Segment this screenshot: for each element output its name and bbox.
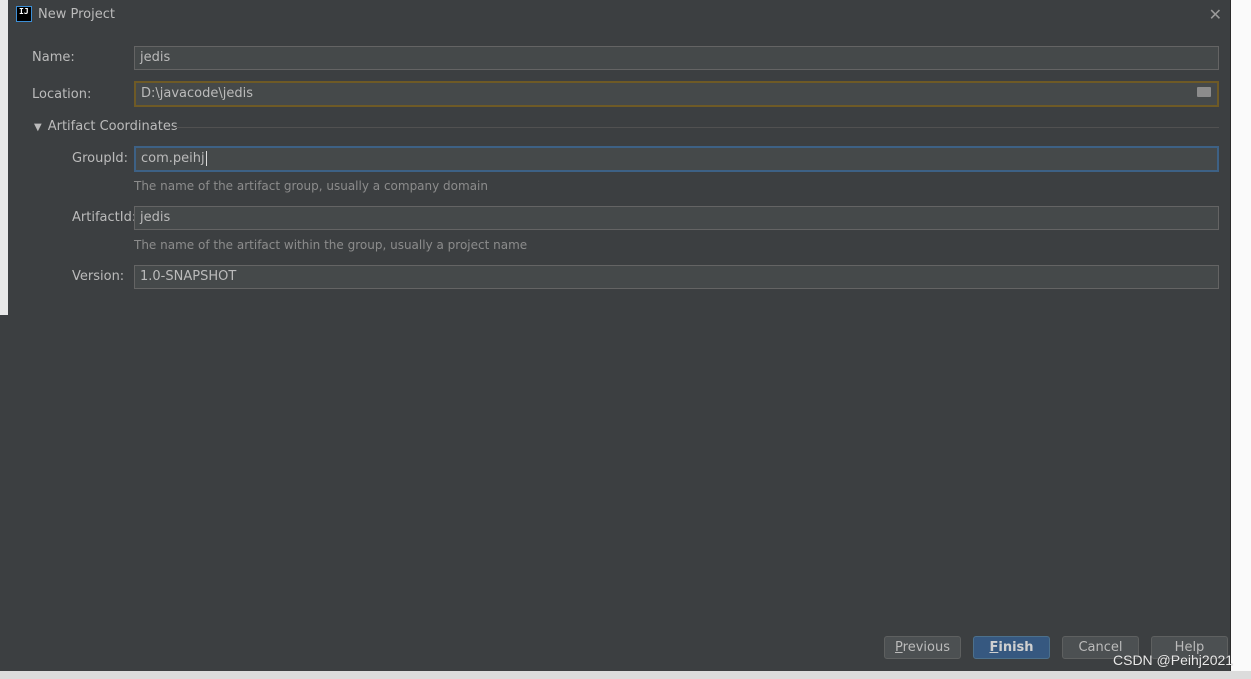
groupid-input[interactable]: com.peihj	[134, 146, 1219, 172]
watermark: CSDN @Peihj2021	[1113, 652, 1234, 668]
groupid-label: GroupId:	[72, 151, 129, 166]
previous-button[interactable]: Previous	[884, 636, 961, 659]
title-bar[interactable]: IJ New Project ✕	[8, 0, 1230, 30]
groupid-value: com.peihj	[141, 151, 205, 166]
close-icon[interactable]: ✕	[1209, 5, 1222, 24]
new-project-dialog: IJ New Project ✕ Name: jedis Location: D…	[8, 0, 1231, 671]
groupid-hint: The name of the artifact group, usually …	[134, 179, 488, 193]
dialog-title: New Project	[38, 7, 115, 22]
version-input[interactable]: 1.0-SNAPSHOT	[134, 265, 1219, 289]
triangle-down-icon: ▼	[34, 122, 42, 133]
artifactid-hint: The name of the artifact within the grou…	[134, 238, 528, 252]
background-window-right	[1230, 0, 1251, 679]
artifactid-label: ArtifactId:	[72, 210, 137, 225]
finish-button[interactable]: Finish	[973, 636, 1050, 659]
version-label: Version:	[72, 269, 125, 284]
section-divider	[174, 127, 1219, 128]
previous-label: revious	[902, 640, 950, 655]
finish-label: inish	[998, 640, 1034, 655]
location-input[interactable]: D:\javacode\jedis	[134, 81, 1219, 107]
background-window-bottom	[0, 671, 1251, 679]
location-value: D:\javacode\jedis	[141, 86, 253, 101]
name-input[interactable]: jedis	[134, 46, 1219, 70]
artifactid-input[interactable]: jedis	[134, 206, 1219, 230]
intellij-logo-icon: IJ	[16, 6, 32, 22]
background-panel	[0, 315, 8, 671]
location-label: Location:	[32, 87, 92, 102]
folder-icon[interactable]	[1197, 87, 1211, 97]
text-cursor	[205, 151, 207, 166]
background-window-left	[0, 0, 8, 679]
section-title: Artifact Coordinates	[47, 119, 178, 134]
name-label: Name:	[32, 50, 75, 65]
previous-mnemonic: P	[895, 640, 903, 655]
artifact-coordinates-toggle[interactable]: ▼ Artifact Coordinates	[34, 119, 178, 134]
